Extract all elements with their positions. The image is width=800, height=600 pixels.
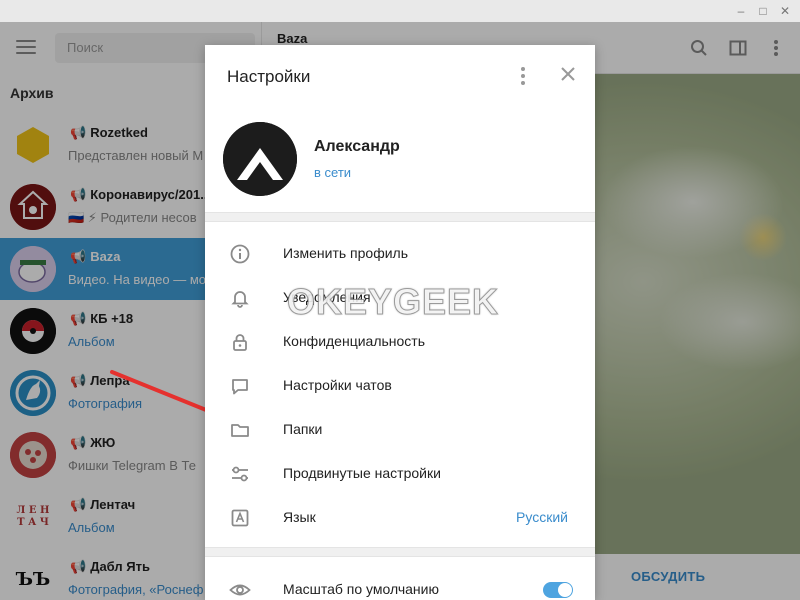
scale-toggle[interactable]	[543, 582, 573, 598]
language-icon	[229, 507, 251, 529]
profile-name: Александр	[314, 138, 400, 155]
profile-status: в сети	[314, 165, 352, 180]
lock-icon	[229, 331, 251, 353]
maximize-button[interactable]: □	[752, 2, 774, 20]
menu-item-language[interactable]: Язык Русский	[205, 496, 595, 540]
chat-bubble-icon	[229, 375, 251, 397]
watermark: OKEYGEEK	[286, 281, 500, 323]
minimize-button[interactable]: –	[730, 2, 752, 20]
window-titlebar: – □ ✕	[0, 0, 800, 22]
menu-item-folders[interactable]: Папки	[205, 408, 595, 452]
menu-label: Масштаб по умолчанию	[283, 581, 439, 597]
menu-item-edit-profile[interactable]: Изменить профиль	[205, 232, 595, 276]
menu-label: Язык	[283, 509, 316, 525]
menu-label: Настройки чатов	[283, 377, 392, 393]
divider	[205, 547, 595, 557]
profile-avatar[interactable]	[223, 122, 297, 196]
folder-icon	[229, 419, 251, 441]
eye-icon	[229, 579, 251, 600]
divider	[205, 212, 595, 222]
menu-item-default-scale[interactable]: Масштаб по умолчанию	[205, 568, 595, 600]
menu-label: Папки	[283, 421, 323, 437]
language-value: Русский	[516, 509, 568, 525]
menu-item-privacy[interactable]: Конфиденциальность	[205, 320, 595, 364]
menu-item-chat-settings[interactable]: Настройки чатов	[205, 364, 595, 408]
close-window-button[interactable]: ✕	[774, 2, 796, 20]
dialog-more-icon[interactable]	[513, 65, 533, 87]
menu-label: Продвинутые настройки	[283, 465, 441, 481]
close-icon[interactable]	[557, 64, 579, 86]
menu-label: Конфиденциальность	[283, 333, 426, 349]
menu-label: Изменить профиль	[283, 245, 408, 261]
menu-item-advanced[interactable]: Продвинутые настройки	[205, 452, 595, 496]
dialog-title: Настройки	[227, 67, 311, 86]
info-icon	[229, 243, 251, 265]
sliders-icon	[229, 463, 251, 485]
bell-icon	[229, 287, 251, 309]
